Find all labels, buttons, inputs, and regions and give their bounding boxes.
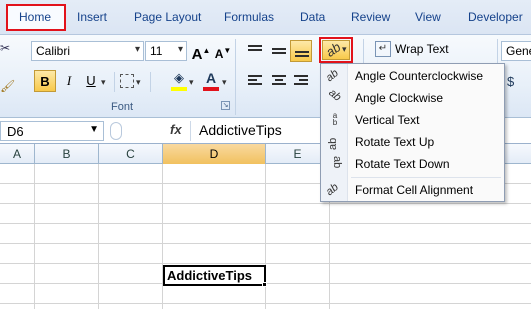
menu-item-rotate-text-down[interactable]: ab Rotate Text Down: [321, 153, 504, 175]
vertical-text-icon: ab: [332, 111, 338, 127]
top-align-button[interactable]: [244, 40, 266, 62]
ribbon-tab-bar: Home Insert Page Layout Formulas Data Re…: [0, 0, 531, 35]
tab-home[interactable]: Home: [19, 10, 51, 24]
column-header-d[interactable]: D: [163, 144, 266, 164]
tab-developer[interactable]: Developer: [468, 10, 523, 24]
font-dialog-launcher-icon[interactable]: ↘: [221, 101, 230, 110]
align-right-button[interactable]: [290, 70, 312, 92]
italic-button[interactable]: I: [58, 70, 80, 92]
menu-item-format-cell-alignment[interactable]: ab Format Cell Alignment: [321, 179, 504, 201]
font-group-label: Font: [111, 101, 134, 113]
menu-item-angle-counterclockwise[interactable]: ab Angle Counterclockwise: [321, 65, 504, 87]
chevron-down-icon[interactable]: ▾: [189, 77, 194, 88]
tab-review[interactable]: Review: [351, 10, 390, 24]
orientation-button-highlight: [319, 37, 353, 63]
paint-bucket-icon: ◈: [174, 70, 184, 85]
fill-color-swatch: [171, 87, 187, 91]
insert-function-button[interactable]: fx: [170, 122, 182, 137]
active-cell[interactable]: AddictiveTips: [163, 265, 266, 286]
align-left-icon: [248, 75, 262, 87]
align-top-icon: [248, 45, 262, 57]
orientation-menu: ab Angle Counterclockwise ab Angle Clock…: [320, 63, 505, 202]
format-cell-alignment-icon: ab: [323, 181, 341, 199]
middle-align-button[interactable]: [268, 40, 290, 62]
borders-icon[interactable]: [120, 74, 134, 88]
format-painter-icon[interactable]: 🖌: [0, 79, 15, 93]
menu-item-label: Angle Counterclockwise: [355, 69, 484, 83]
number-format-value: Gene: [506, 44, 531, 58]
number-format-combo[interactable]: Gene: [501, 41, 531, 61]
font-color-button[interactable]: A: [202, 70, 220, 92]
tab-data[interactable]: Data: [300, 10, 325, 24]
currency-icon[interactable]: $: [507, 74, 514, 89]
underline-button[interactable]: U: [80, 70, 102, 92]
menu-item-angle-clockwise[interactable]: ab Angle Clockwise: [321, 87, 504, 109]
menu-item-label: Rotate Text Down: [355, 157, 450, 171]
menu-item-vertical-text[interactable]: ab Vertical Text: [321, 109, 504, 131]
name-box-value: D6: [7, 124, 24, 139]
shrink-font-button[interactable]: A▼: [212, 40, 234, 62]
grow-font-button[interactable]: A▲: [190, 40, 212, 63]
chevron-down-icon: ▼: [89, 124, 99, 135]
menu-item-label: Angle Clockwise: [355, 91, 444, 105]
grid-line: [162, 164, 163, 309]
fill-handle[interactable]: [262, 282, 267, 287]
angle-clockwise-icon: ab: [326, 86, 344, 104]
chevron-down-icon: ▾: [177, 44, 183, 55]
tab-page-layout[interactable]: Page Layout: [134, 10, 201, 24]
align-bottom-icon: [295, 51, 309, 63]
align-left-button[interactable]: [244, 70, 266, 92]
tab-view[interactable]: View: [415, 10, 441, 24]
font-size-combo[interactable]: 11 ▾: [145, 41, 187, 61]
column-header-a[interactable]: A: [0, 144, 35, 164]
align-center-button[interactable]: [268, 70, 290, 92]
grid-line: [98, 164, 99, 309]
bold-button[interactable]: B: [34, 70, 56, 92]
fill-color-button[interactable]: ◈: [170, 70, 188, 92]
align-right-icon: [294, 75, 308, 87]
chevron-down-icon: ▾: [134, 44, 140, 55]
grid-line: [265, 164, 266, 309]
menu-item-label: Vertical Text: [355, 113, 420, 127]
font-name-combo[interactable]: Calibri ▾: [31, 41, 144, 61]
font-size-value: 11: [150, 44, 163, 58]
tab-insert[interactable]: Insert: [77, 10, 107, 24]
angle-counterclockwise-icon: ab: [323, 67, 341, 85]
column-header-c[interactable]: C: [99, 144, 163, 164]
rotate-text-up-icon: ab: [327, 137, 339, 150]
menu-item-rotate-text-up[interactable]: ab Rotate Text Up: [321, 131, 504, 153]
menu-item-label: Rotate Text Up: [355, 135, 435, 149]
font-name-value: Calibri: [36, 44, 71, 58]
align-center-icon: [272, 75, 286, 87]
chevron-down-icon[interactable]: ▾: [222, 77, 227, 88]
font-color-swatch: [203, 87, 219, 91]
rotate-text-down-icon: ab: [331, 156, 343, 169]
font-color-label: A: [205, 70, 217, 86]
name-box[interactable]: D6 ▼: [0, 121, 104, 141]
menu-separator: [351, 177, 501, 178]
chevron-down-icon[interactable]: ▾: [136, 77, 141, 88]
tab-formulas[interactable]: Formulas: [224, 10, 274, 24]
column-header-b[interactable]: B: [35, 144, 99, 164]
bottom-align-button[interactable]: [290, 40, 312, 62]
grid-line: [34, 164, 35, 309]
chevron-down-icon[interactable]: ▾: [101, 77, 106, 88]
menu-item-label: Format Cell Alignment: [355, 183, 474, 197]
wrap-text-button[interactable]: Wrap Text: [395, 42, 449, 56]
wrap-text-icon: ↵: [375, 41, 391, 57]
align-middle-icon: [272, 48, 286, 60]
formula-bar-handle[interactable]: [110, 122, 122, 140]
cut-icon[interactable]: ✂: [0, 41, 14, 55]
grow-font-label: A: [191, 46, 203, 63]
